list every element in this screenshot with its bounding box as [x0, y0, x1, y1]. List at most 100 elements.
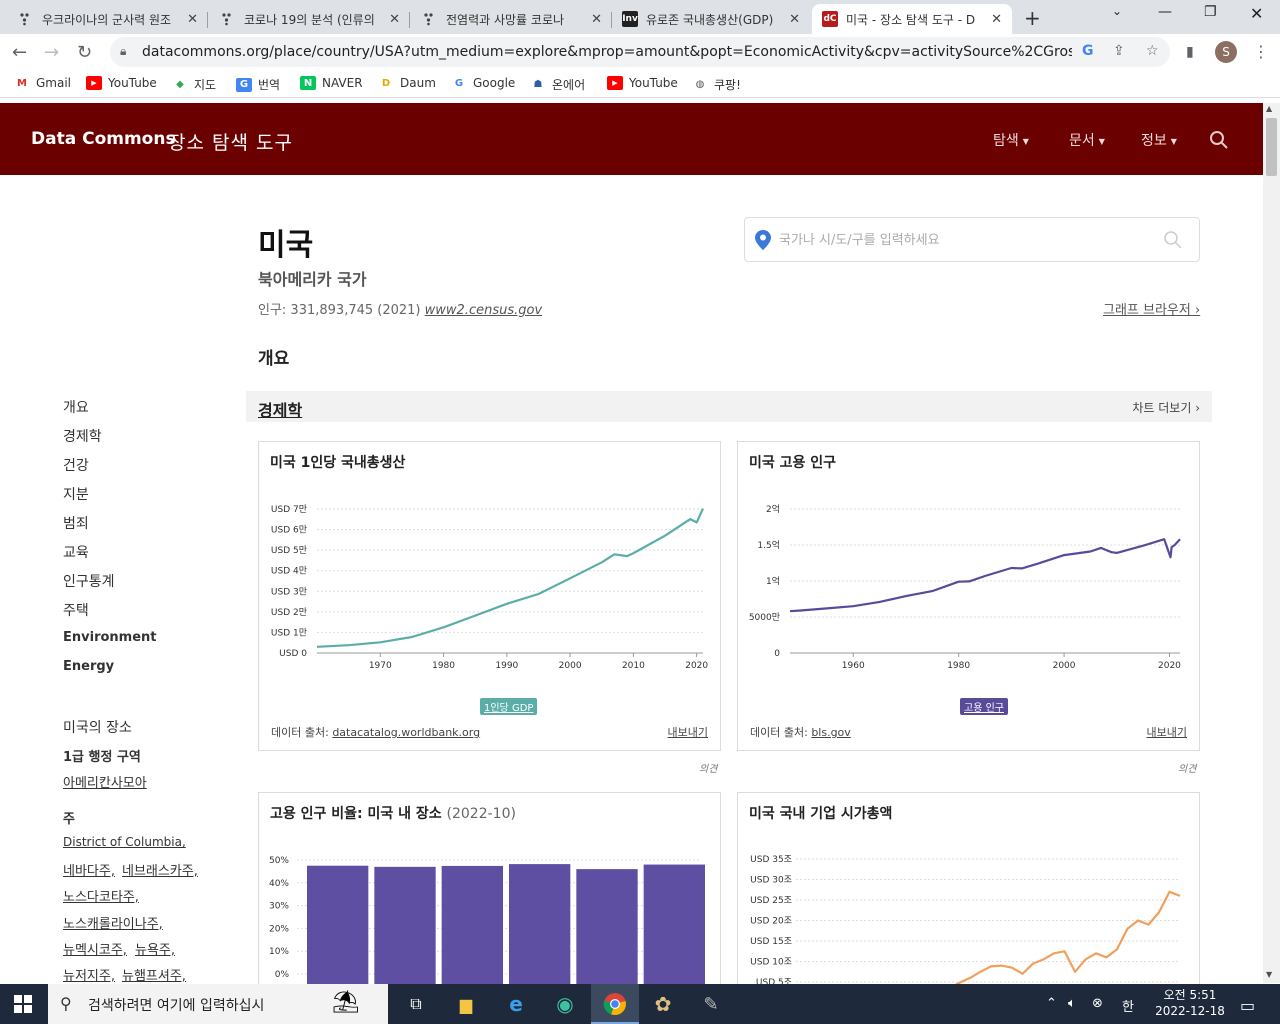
maps-icon: ◆ — [176, 79, 184, 90]
sidebar-item-equity[interactable]: 지분 — [63, 484, 89, 504]
topic-title-link[interactable]: 경제학 — [258, 397, 302, 421]
legend-chip[interactable]: 고용 인구 — [960, 698, 1008, 715]
close-tab-icon[interactable]: ✕ — [591, 12, 602, 27]
nav-explore[interactable]: 탐색 ▼ — [993, 130, 1029, 150]
sidebar-item-demographics[interactable]: 인구통계 — [63, 571, 115, 591]
close-tab-icon[interactable]: ✕ — [991, 12, 1002, 27]
task-view-icon[interactable]: ⧉ — [403, 992, 429, 1016]
sidebar-link-state[interactable]: 뉴저지주, — [63, 965, 115, 984]
place-search-input[interactable] — [779, 228, 1159, 252]
side-panel-icon[interactable]: ▮ — [1186, 44, 1194, 60]
scroll-down-arrow-icon[interactable]: ▼ — [1266, 970, 1272, 979]
bookmark-star-icon[interactable]: ☆ — [1146, 43, 1159, 59]
sidebar-item-energy[interactable]: Energy — [63, 659, 114, 674]
chrome-icon[interactable] — [602, 992, 628, 1016]
sidebar-link-state[interactable]: District of Columbia, — [63, 835, 186, 849]
close-window-icon[interactable]: ✕ — [1250, 4, 1263, 23]
y-tick-label: 0% — [275, 970, 290, 980]
ime-indicator[interactable]: 한 — [1122, 996, 1134, 1015]
profile-avatar[interactable]: S — [1215, 41, 1237, 63]
taskbar-clock[interactable]: 오전 5:51 2022-12-18 — [1150, 987, 1230, 1019]
internet-explorer-icon[interactable]: e — [503, 992, 529, 1016]
sidebar-item-education[interactable]: 교육 — [63, 542, 89, 562]
close-tab-icon[interactable]: ✕ — [187, 12, 198, 27]
sidebar-item-economics[interactable]: 경제학 — [63, 426, 102, 446]
owl-app-icon[interactable]: ✿ — [650, 992, 676, 1016]
reload-icon[interactable]: ↻ — [77, 42, 92, 63]
address-bar[interactable]: 🔒︎ datacommons.org/place/country/USA?utm… — [110, 37, 1170, 67]
y-tick-label: 10% — [269, 947, 289, 957]
browser-menu-icon[interactable]: ⋮ — [1253, 42, 1269, 61]
forward-icon[interactable]: → — [44, 42, 59, 63]
feedback-link[interactable]: 의견 — [1178, 760, 1196, 775]
graph-browser-link[interactable]: 그래프 브라우저 › — [1103, 299, 1200, 318]
bookmark-gmail[interactable]: M Gmail — [14, 76, 71, 90]
bookmark-google[interactable]: G Google — [451, 76, 515, 90]
back-icon[interactable]: ← — [12, 42, 27, 63]
bookmark-daum[interactable]: D Daum — [378, 76, 436, 90]
sidebar-item-crime[interactable]: 범죄 — [63, 513, 89, 533]
sidebar-item-housing[interactable]: 주택 — [63, 600, 89, 620]
notification-icon[interactable]: ▭ — [1240, 996, 1255, 1015]
bookmark-translate[interactable]: G 번역 — [236, 76, 280, 93]
paint-app-icon[interactable]: ✎ — [698, 992, 724, 1016]
sidebar-link-state[interactable]: 뉴햄프셔주, — [122, 965, 186, 984]
file-explorer-icon[interactable]: ▆ — [453, 992, 479, 1016]
browser-tab-2[interactable]: 코로나 19의 분석 (인류의 ✕ — [210, 4, 410, 34]
sidebar-link-state[interactable]: 네브래스카주, — [122, 860, 198, 879]
nav-docs[interactable]: 문서 ▼ — [1069, 130, 1105, 150]
sidebar-link-state[interactable]: 노스다코타주, — [63, 886, 139, 905]
legend-chip[interactable]: 1인당 GDP — [480, 698, 538, 715]
share-icon[interactable]: ⇪ — [1113, 43, 1125, 59]
browser-tab-3[interactable]: 전염력과 사망률 코로나 ✕ — [412, 4, 612, 34]
export-link[interactable]: 내보내기 — [668, 724, 708, 740]
bookmark-onair[interactable]: ☗ 온에어 — [530, 76, 586, 93]
new-tab-icon[interactable]: + — [1024, 6, 1041, 30]
close-tab-icon[interactable]: ✕ — [389, 12, 400, 27]
network-off-icon[interactable]: ⊗ — [1092, 996, 1103, 1011]
sidebar-link-state[interactable]: 뉴욕주, — [135, 939, 175, 958]
more-charts-link[interactable]: 차트 더보기 › — [1132, 399, 1200, 416]
edge-icon[interactable]: ◉ — [552, 992, 578, 1016]
close-tab-icon[interactable]: ✕ — [789, 12, 800, 27]
taskbar-search-box[interactable]: ⚲ 검색하려면 여기에 입력하십시 ⛱ — [48, 984, 388, 1024]
sidebar-item-health[interactable]: 건강 — [63, 455, 89, 475]
sidebar-link-american-samoa[interactable]: 아메리칸사모아 — [63, 772, 147, 791]
search-icon[interactable] — [1163, 230, 1183, 250]
gmail-icon: M — [17, 77, 27, 89]
bookmark-naver[interactable]: N NAVER — [300, 76, 363, 90]
page-scrollbar[interactable] — [1263, 103, 1280, 983]
youtube-icon: ▶ — [86, 76, 102, 90]
nav-about[interactable]: 정보 ▼ — [1141, 130, 1177, 150]
windows-start-icon[interactable] — [14, 995, 32, 1013]
data-source-link[interactable]: bls.gov — [811, 726, 851, 739]
data-source-link[interactable]: datacatalog.worldbank.org — [332, 726, 480, 739]
minimize-icon[interactable]: — — [1158, 4, 1172, 20]
scroll-up-arrow-icon[interactable]: ▲ — [1266, 104, 1272, 113]
volume-icon[interactable]: 🔈︎ — [1068, 996, 1076, 1011]
sidebar-item-environment[interactable]: Environment — [63, 630, 157, 645]
tray-chevron-up-icon[interactable]: ⌃ — [1046, 996, 1057, 1011]
sidebar-link-state[interactable]: 뉴멕시코주, — [63, 939, 127, 958]
population-source-link[interactable]: www2.census.gov — [425, 303, 543, 318]
restore-icon[interactable]: ❐ — [1204, 4, 1217, 20]
brand-subtitle[interactable]: 장소 탐색 도구 — [168, 128, 293, 155]
investing-icon: Inv — [622, 11, 638, 27]
brand-logo[interactable]: Data Commons — [31, 129, 176, 149]
sidebar-link-state[interactable]: 노스캐롤라이나주, — [63, 913, 163, 932]
tab-search-icon[interactable]: ⌄ — [1112, 4, 1122, 18]
sidebar-link-state[interactable]: 네바다주, — [63, 860, 115, 879]
browser-tab-4[interactable]: Inv 유로존 국내총생산(GDP) ✕ — [612, 4, 810, 34]
search-icon[interactable] — [1209, 130, 1229, 150]
bookmark-coupang[interactable]: ◍ 쿠팡! — [692, 76, 741, 93]
feedback-link[interactable]: 의견 — [699, 760, 717, 775]
bookmark-maps[interactable]: ◆ 지도 — [172, 76, 216, 93]
export-link[interactable]: 내보내기 — [1147, 724, 1187, 740]
sidebar-item-overview[interactable]: 개요 — [63, 397, 89, 417]
bookmark-youtube-2[interactable]: ▶ YouTube — [607, 76, 678, 90]
browser-tab-active[interactable]: dC 미국 - 장소 탐색 도구 - D ✕ — [812, 4, 1012, 34]
browser-tab-1[interactable]: 우크라이나의 군사력 원조 ✕ — [8, 4, 208, 34]
scrollbar-thumb[interactable] — [1266, 118, 1277, 176]
bookmark-youtube[interactable]: ▶ YouTube — [86, 76, 157, 90]
google-translate-icon[interactable]: G — [1082, 43, 1094, 59]
